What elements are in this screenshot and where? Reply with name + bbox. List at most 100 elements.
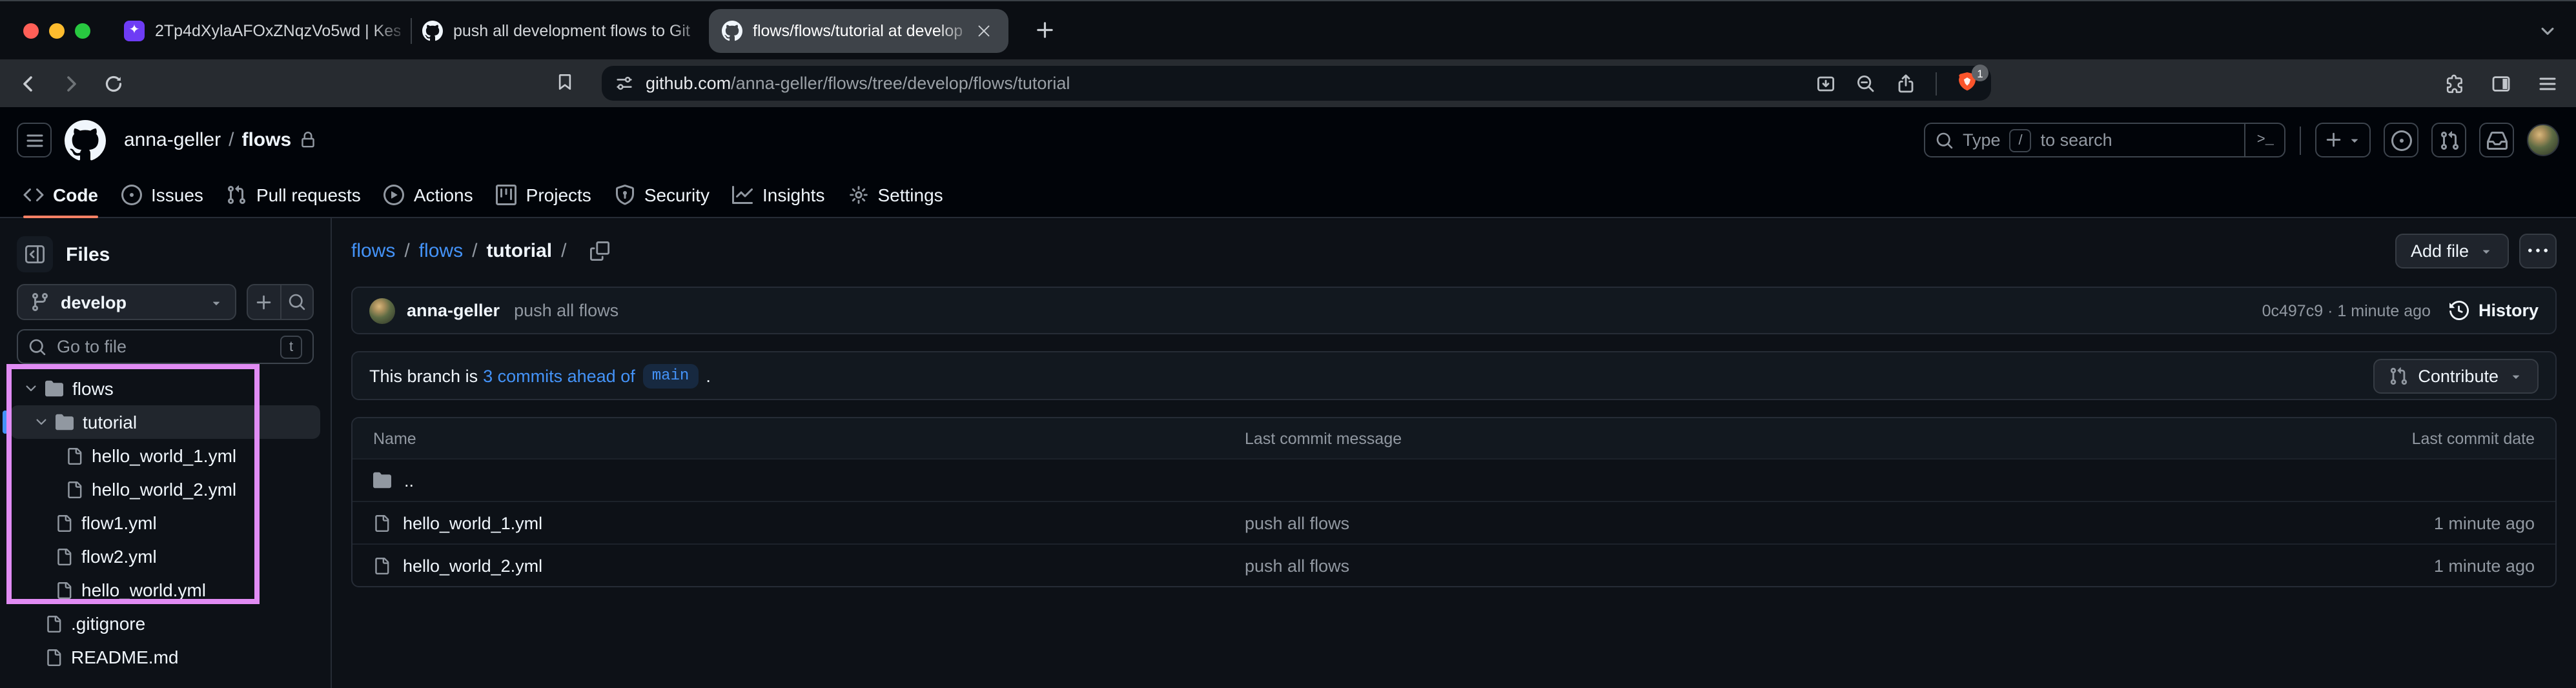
branch-selector-button[interactable]: develop <box>17 284 236 320</box>
tree-item-hello_world.yml[interactable]: hello_world.yml <box>10 573 320 607</box>
tree-item-tutorial[interactable]: tutorial <box>10 405 320 439</box>
chevron-down-icon[interactable] <box>34 414 49 430</box>
site-settings-tune-icon[interactable] <box>615 74 634 93</box>
commit-sha-and-time[interactable]: 0c497c9 · 1 minute ago <box>2262 301 2431 319</box>
chevron-down-icon[interactable] <box>23 381 39 396</box>
repo-tab-code[interactable]: Code <box>12 173 110 217</box>
table-row-hello_world_2.yml[interactable]: hello_world_2.ymlpush all flows1 minute … <box>353 543 2555 586</box>
repo-tab-issues[interactable]: Issues <box>110 173 215 217</box>
history-label: History <box>2479 301 2539 320</box>
copy-path-icon[interactable] <box>589 241 609 261</box>
branch-icon <box>30 292 50 312</box>
table-row-hello_world_1.yml[interactable]: hello_world_1.ymlpush all flows1 minute … <box>353 501 2555 543</box>
collapse-file-tree-button[interactable] <box>17 236 53 272</box>
folder-icon <box>373 471 391 489</box>
pull-requests-icon[interactable] <box>2431 123 2466 157</box>
repo-tab-label: Issues <box>151 185 203 205</box>
install-app-icon[interactable] <box>1815 73 1836 94</box>
tree-item-.gitignore[interactable]: .gitignore <box>10 607 320 640</box>
slash-key-hint: / <box>2010 128 2032 152</box>
global-search-input[interactable]: Type / to search >_ <box>1924 123 2285 157</box>
close-window-button[interactable] <box>23 23 39 38</box>
search-tree-icon-button[interactable] <box>280 285 312 319</box>
history-button[interactable]: History <box>2450 301 2539 320</box>
issues-icon[interactable] <box>2384 123 2418 157</box>
tree-item-README.md[interactable]: README.md <box>10 640 320 674</box>
bookmark-icon[interactable] <box>555 72 575 92</box>
commit-author-link[interactable]: anna-geller <box>407 301 500 320</box>
file-icon <box>45 615 62 632</box>
zoom-window-button[interactable] <box>75 23 90 38</box>
tab-search-chevron-icon[interactable] <box>2539 22 2557 40</box>
folder-icon <box>56 413 74 431</box>
github-icon <box>422 20 443 41</box>
browser-tab[interactable]: push all development flows to Git <box>412 1 709 59</box>
add-file-icon-button[interactable] <box>248 285 280 319</box>
commit-message-cell[interactable]: push all flows <box>1245 556 2109 575</box>
create-new-button[interactable] <box>2315 123 2371 157</box>
tree-item-hello_world_1.yml[interactable]: hello_world_1.yml <box>10 439 320 472</box>
repo-tab-insights[interactable]: Insights <box>721 173 837 217</box>
repo-tab-pull-requests[interactable]: Pull requests <box>215 173 373 217</box>
breadcrumb-repo-link[interactable]: flows <box>351 240 395 262</box>
table-rows: hello_world_1.ymlpush all flows1 minute … <box>353 501 2555 586</box>
browser-menu-icon[interactable] <box>2537 73 2558 94</box>
forward-button[interactable] <box>61 73 81 94</box>
inbox-icon[interactable] <box>2479 123 2514 157</box>
contribute-button[interactable]: Contribute <box>2373 358 2539 393</box>
command-palette-icon[interactable]: >_ <box>2244 124 2274 156</box>
breadcrumb: flows / flows / tutorial / Add file <box>351 234 2557 268</box>
browser-tab-active[interactable]: flows/flows/tutorial at develop <box>709 8 1008 52</box>
tree-item-flow2.yml[interactable]: flow2.yml <box>10 540 320 573</box>
parent-directory-row[interactable]: .. <box>353 458 2555 501</box>
share-icon[interactable] <box>1896 73 1916 94</box>
tree-item-hello_world_2.yml[interactable]: hello_world_2.yml <box>10 472 320 506</box>
commit-author-avatar[interactable] <box>369 298 395 323</box>
window-controls <box>23 23 90 38</box>
banner-period: . <box>706 366 711 385</box>
commits-ahead-link[interactable]: 3 commits ahead of <box>483 366 635 385</box>
tree-item-flow1.yml[interactable]: flow1.yml <box>10 506 320 540</box>
pull-request-icon <box>2388 366 2407 385</box>
repo-tab-security[interactable]: Security <box>603 173 721 217</box>
close-tab-icon[interactable] <box>972 19 996 42</box>
contribute-label: Contribute <box>2418 366 2499 385</box>
parent-directory-label[interactable]: .. <box>404 470 414 490</box>
commit-message-cell[interactable]: push all flows <box>1245 513 2109 532</box>
back-button[interactable] <box>18 73 39 94</box>
main-branch-badge[interactable]: main <box>643 363 699 388</box>
file-name-link[interactable]: hello_world_2.yml <box>403 556 542 575</box>
repo-owner-link[interactable]: anna-geller <box>124 129 221 151</box>
github-logo-icon[interactable] <box>65 119 106 161</box>
go-to-file-input[interactable]: Go to file t <box>17 329 314 364</box>
tree-item-label: flow1.yml <box>81 512 157 533</box>
browser-window: ✦2Tp4dXylaAFOxZNqzVo5wd | Kestpush all d… <box>0 0 2576 688</box>
tree-item-label: README.md <box>71 647 178 667</box>
column-header-date: Last commit date <box>2109 429 2535 447</box>
repo-tab-projects[interactable]: Projects <box>485 173 603 217</box>
table-header-row: Name Last commit message Last commit dat… <box>353 418 2555 458</box>
add-file-button[interactable]: Add file <box>2395 234 2509 268</box>
github-hamburger-menu-button[interactable] <box>17 123 52 157</box>
minimize-window-button[interactable] <box>49 23 65 38</box>
browser-sidebar-icon[interactable] <box>2491 73 2511 94</box>
browser-tab[interactable]: ✦2Tp4dXylaAFOxZNqzVo5wd | Kest <box>114 1 411 59</box>
tab-title: flows/flows/tutorial at develop <box>753 21 962 39</box>
actions-play-icon <box>384 185 405 205</box>
reload-button[interactable] <box>103 73 124 94</box>
url-bar[interactable]: github.com/anna-geller/flows/tree/develo… <box>602 66 1991 101</box>
commit-sha[interactable]: 0c497c9 <box>2262 301 2324 319</box>
new-tab-button[interactable] <box>1034 19 1056 41</box>
repo-tab-actions[interactable]: Actions <box>373 173 485 217</box>
zoom-out-icon[interactable] <box>1855 73 1876 94</box>
user-avatar[interactable] <box>2527 124 2559 156</box>
commit-message-link[interactable]: push all flows <box>514 301 618 320</box>
repo-name-link[interactable]: flows <box>241 129 291 151</box>
tree-item-flows[interactable]: flows <box>10 372 320 405</box>
brave-shield-icon[interactable]: 1 <box>1956 71 1978 96</box>
extensions-puzzle-icon[interactable] <box>2444 73 2465 94</box>
breadcrumb-folder-link[interactable]: flows <box>419 240 463 262</box>
file-name-link[interactable]: hello_world_1.yml <box>403 513 542 532</box>
more-options-kebab-button[interactable] <box>2519 234 2557 268</box>
repo-tab-settings[interactable]: Settings <box>836 173 954 217</box>
